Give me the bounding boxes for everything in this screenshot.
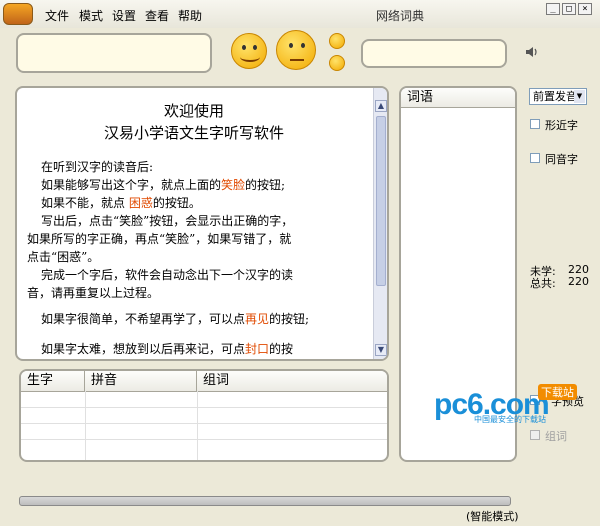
scroll-up-button[interactable]: ▲ bbox=[375, 100, 387, 112]
answer-display-box[interactable] bbox=[361, 39, 507, 68]
intro-paragraph: 完成一个字后，软件会自动念出下一个汉字的读 bbox=[41, 268, 294, 282]
word-list-header[interactable]: 词语 bbox=[401, 88, 515, 108]
column-header-character[interactable]: 生字 bbox=[21, 371, 85, 391]
column-header-words[interactable]: 组词 bbox=[197, 371, 387, 391]
small-sad-icon[interactable] bbox=[329, 55, 345, 71]
chevron-down-icon[interactable]: ▼ bbox=[574, 90, 585, 103]
grid-col-line bbox=[197, 391, 198, 460]
confused-keyword: 困惑 bbox=[128, 196, 153, 210]
intro-paragraph: 如果能够写出这个字，就点上面的笑脸的按钮; bbox=[41, 178, 286, 192]
similar-shape-label: 形近字 bbox=[545, 119, 578, 132]
intro-paragraph: 音，请再重复以上过程。 bbox=[27, 286, 160, 300]
watermark-badge: 下载站 bbox=[538, 384, 577, 400]
mode-status: (智能模式) bbox=[466, 510, 519, 523]
small-smile-icon[interactable] bbox=[329, 33, 345, 49]
intro-paragraph: 在听到汉字的读音后: bbox=[41, 160, 154, 174]
character-display-box[interactable] bbox=[16, 33, 212, 73]
watermark-tagline: 中国最安全的下载站 bbox=[474, 415, 546, 424]
window-title: 网络词典 bbox=[375, 9, 424, 23]
intro-paragraph: 写出后，点击“笑脸”按钮，会显示出正确的字， bbox=[41, 214, 294, 228]
intro-title: 欢迎使用 bbox=[163, 102, 224, 120]
pronunciation-select-value: 前置发音 bbox=[533, 90, 577, 103]
grin-face-icon[interactable] bbox=[231, 33, 267, 69]
intro-subtitle: 汉易小学语文生字听写软件 bbox=[103, 124, 284, 142]
total-label: 总共: bbox=[530, 277, 556, 290]
scroll-down-button[interactable]: ▼ bbox=[375, 344, 387, 356]
goodbye-keyword: 再见 bbox=[245, 312, 270, 326]
total-count: 220 bbox=[568, 275, 589, 288]
intro-paragraph: 如果字太难，想放到以后再来记，可点封口的按 bbox=[41, 342, 294, 356]
intro-paragraph: 如果不能，就点 困惑的按钮。 bbox=[41, 196, 201, 210]
grid-row-line bbox=[21, 407, 387, 408]
grid-row-line bbox=[21, 439, 387, 440]
same-sound-checkbox[interactable] bbox=[530, 153, 540, 163]
intro-scrollbar[interactable]: ▲ ▼ bbox=[373, 88, 387, 359]
smile-keyword: 笑脸 bbox=[221, 178, 246, 192]
character-table[interactable]: 生字 拼音 组词 bbox=[19, 369, 389, 462]
menu-mode[interactable]: 模式 bbox=[79, 7, 103, 24]
group-words-checkbox bbox=[530, 430, 540, 440]
column-header-pinyin[interactable]: 拼音 bbox=[85, 371, 197, 391]
progress-bar bbox=[19, 496, 511, 506]
intro-panel: 欢迎使用 汉易小学语文生字听写软件 在听到汉字的读音后: 如果能够写出这个字，就… bbox=[15, 86, 389, 361]
close-button[interactable]: × bbox=[578, 3, 592, 15]
similar-shape-checkbox[interactable] bbox=[530, 119, 540, 129]
grid-col-line bbox=[85, 391, 86, 460]
pronunciation-select[interactable]: 前置发音 ▼ bbox=[529, 88, 587, 105]
intro-paragraph: 点击“困惑”。 bbox=[27, 250, 100, 264]
pc6-watermark-logo: pc6.com 下载站 中国最安全的下载站 bbox=[434, 384, 594, 428]
menu-settings[interactable]: 设置 bbox=[112, 7, 136, 24]
seal-keyword: 封口 bbox=[245, 342, 270, 356]
speaker-icon[interactable] bbox=[524, 44, 540, 60]
intro-paragraph: 如果字很简单，不希望再学了，可以点再见的按钮; bbox=[41, 312, 310, 326]
grid-row-line bbox=[21, 423, 387, 424]
intro-paragraph: 如果所写的字正确，再点“笑脸”，如果写错了，就 bbox=[27, 232, 292, 246]
maximize-button[interactable]: □ bbox=[562, 3, 576, 15]
menu-view[interactable]: 查看 bbox=[145, 7, 169, 24]
menu-help[interactable]: 帮助 bbox=[178, 7, 202, 24]
minimize-button[interactable]: _ bbox=[546, 3, 560, 15]
same-sound-label: 同音字 bbox=[545, 153, 578, 166]
scroll-thumb[interactable] bbox=[376, 116, 386, 286]
confused-face-icon[interactable] bbox=[276, 30, 316, 70]
header-divider bbox=[21, 391, 387, 392]
menu-file[interactable]: 文件 bbox=[45, 7, 69, 24]
group-words-label: 组词 bbox=[545, 430, 567, 443]
app-logo-icon bbox=[3, 3, 33, 25]
